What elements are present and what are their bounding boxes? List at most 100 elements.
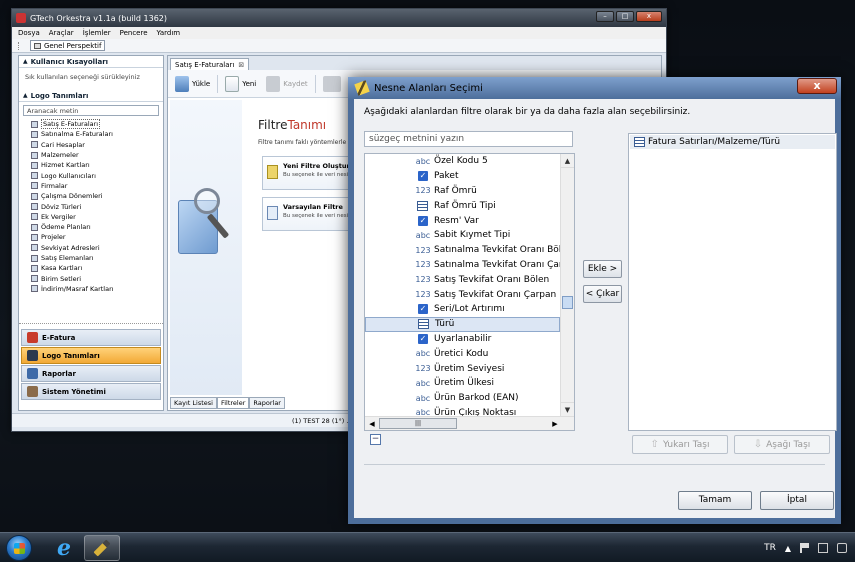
table-field-icon bbox=[418, 319, 429, 330]
close-icon[interactable]: x bbox=[636, 11, 662, 22]
tree-item-companies[interactable]: Firmalar bbox=[31, 181, 163, 191]
field-row[interactable]: abc Ürün Barkod (EAN) bbox=[365, 391, 560, 406]
new-button[interactable]: Yeni bbox=[222, 75, 259, 92]
scroll-up-icon[interactable]: ▲ bbox=[561, 154, 574, 168]
field-row[interactable]: ✓ Paket bbox=[365, 169, 560, 184]
field-row[interactable]: abc Özel Kodu 5 bbox=[365, 154, 560, 169]
field-row[interactable]: ✓ Uyarlanabilir bbox=[365, 332, 560, 347]
field-row[interactable]: 123 Satış Tevkifat Oranı Çarpan bbox=[365, 287, 560, 302]
field-row[interactable]: abc Üretim Ülkesi bbox=[365, 376, 560, 391]
tree-item-sales-reps[interactable]: Satış Elemanları bbox=[31, 253, 163, 263]
language-indicator[interactable]: TR bbox=[764, 543, 776, 553]
field-row[interactable]: 123 Raf Ömrü bbox=[365, 184, 560, 199]
tree-item-payment-plans[interactable]: Ödeme Planları bbox=[31, 222, 163, 232]
field-row[interactable]: Raf Ömrü Tipi bbox=[365, 198, 560, 213]
nav-button-logo-definitions[interactable]: Logo Tanımları bbox=[21, 347, 161, 364]
field-row[interactable]: Türü bbox=[365, 316, 560, 332]
tree-item-cash-cards[interactable]: Kasa Kartları bbox=[31, 263, 163, 273]
tree-item-currencies[interactable]: Döviz Türleri bbox=[31, 201, 163, 211]
nav-button-system-admin[interactable]: Sistem Yönetimi bbox=[21, 383, 161, 400]
scroll-left-icon[interactable]: ◀ bbox=[365, 417, 379, 430]
volume-icon[interactable] bbox=[837, 543, 847, 553]
ok-button[interactable]: Tamam bbox=[678, 491, 752, 510]
remove-button[interactable]: < Çıkar bbox=[583, 285, 622, 303]
menu-tools[interactable]: Araçlar bbox=[49, 29, 74, 37]
window-icon bbox=[34, 42, 41, 49]
collapse-all-icon[interactable]: − bbox=[370, 434, 381, 445]
definitions-header[interactable]: ▲ Logo Tanımları bbox=[19, 90, 163, 102]
nav-button-reports[interactable]: Raporlar bbox=[21, 365, 161, 382]
tab-filters[interactable]: Filtreler bbox=[216, 397, 250, 409]
move-up-label: Yukarı Taşı bbox=[662, 439, 710, 450]
tree-item-sales-einvoices[interactable]: Satış E-Faturaları bbox=[31, 119, 163, 130]
tree-item-label: Döviz Türleri bbox=[41, 202, 82, 211]
perspective-button[interactable]: Genel Perspektif bbox=[30, 40, 106, 51]
field-row[interactable]: 123 Üretim Seviyesi bbox=[365, 361, 560, 376]
definitions-tree: Satış E-Faturaları Satınalma E-Faturalar… bbox=[19, 119, 163, 294]
load-button[interactable]: Yükle bbox=[172, 75, 213, 92]
network-icon[interactable] bbox=[818, 543, 828, 553]
move-up-button[interactable]: ⇧ Yukarı Taşı bbox=[632, 435, 728, 454]
field-row[interactable]: 123 Satınalma Tevkifat Oranı Bölen bbox=[365, 243, 572, 258]
favorites-header[interactable]: ▲ Kullanıcı Kısayolları bbox=[19, 56, 163, 68]
taskbar-internet-explorer[interactable]: e bbox=[46, 535, 82, 561]
cash-icon bbox=[31, 264, 38, 272]
field-row[interactable]: abc Üretici Kodu bbox=[365, 346, 560, 361]
scroll-down-icon[interactable]: ▼ bbox=[561, 402, 574, 416]
selected-field-row[interactable]: Fatura Satırları/Malzeme/Türü bbox=[630, 135, 835, 149]
tree-search-input[interactable]: Aranacak metin bbox=[23, 105, 159, 116]
filter-text-input[interactable]: süzgeç metnini yazın bbox=[364, 131, 573, 147]
minimize-icon[interactable]: – bbox=[596, 11, 614, 22]
panel-splitter[interactable] bbox=[19, 323, 163, 327]
field-label: Satınalma Tevkifat Oranı Çarpan bbox=[434, 259, 575, 270]
tray-expand-icon[interactable]: ▲ bbox=[785, 544, 791, 553]
nav-button-efatura[interactable]: E-Fatura bbox=[21, 329, 161, 346]
report-icon bbox=[27, 368, 38, 379]
scroll-thumb[interactable] bbox=[562, 296, 573, 309]
field-row[interactable]: abc Sabit Kıymet Tipi bbox=[365, 228, 560, 243]
field-row[interactable]: 123 Satınalma Tevkifat Oranı Çarpan bbox=[365, 258, 574, 273]
menu-help[interactable]: Yardım bbox=[157, 29, 181, 37]
scroll-right-icon[interactable]: ▶ bbox=[548, 417, 562, 430]
edit-button[interactable] bbox=[320, 75, 344, 92]
field-row[interactable]: 123 Satış Tevkifat Oranı Bölen bbox=[365, 272, 560, 287]
tree-item-logo-users[interactable]: Logo Kullanıcıları bbox=[31, 170, 163, 180]
tab-reports[interactable]: Raporlar bbox=[249, 397, 285, 409]
move-down-label: Aşağı Taşı bbox=[766, 439, 811, 450]
tab-sales-einvoices[interactable]: Satış E-Faturaları ⊠ bbox=[170, 58, 250, 70]
tree-item-projects[interactable]: Projeler bbox=[31, 232, 163, 242]
vertical-scrollbar[interactable]: ▲ ▼ bbox=[560, 154, 574, 416]
cancel-button[interactable]: İptal bbox=[760, 491, 834, 510]
hscroll-thumb[interactable]: ||| bbox=[379, 418, 457, 429]
tab-record-list[interactable]: Kayıt Listesi bbox=[170, 397, 217, 409]
tree-item-accounts[interactable]: Cari Hesaplar bbox=[31, 140, 163, 150]
menu-file[interactable]: Dosya bbox=[18, 29, 40, 37]
action-center-flag-icon[interactable] bbox=[800, 543, 809, 553]
menu-operations[interactable]: İşlemler bbox=[83, 29, 111, 37]
field-row[interactable]: ✓ Resm' Var bbox=[365, 213, 560, 228]
tree-item-discount-cards[interactable]: İndirim/Masraf Kartları bbox=[31, 284, 163, 294]
app-logo-icon bbox=[16, 13, 26, 23]
selected-fields-list[interactable]: Fatura Satırları/Malzeme/Türü bbox=[628, 133, 837, 431]
tree-item-shipping-addresses[interactable]: Sevkiyat Adresleri bbox=[31, 243, 163, 253]
dialog-close-button[interactable]: x bbox=[797, 78, 837, 94]
start-button[interactable] bbox=[6, 535, 32, 561]
field-row[interactable]: ✓ Seri/Lot Artırımı bbox=[365, 302, 560, 317]
tree-item-unit-sets[interactable]: Birim Setleri bbox=[31, 273, 163, 283]
maximize-icon[interactable]: □ bbox=[616, 11, 634, 22]
tree-item-extra-taxes[interactable]: Ek Vergiler bbox=[31, 212, 163, 222]
tree-item-materials[interactable]: Malzemeler bbox=[31, 150, 163, 160]
add-button[interactable]: Ekle > bbox=[583, 260, 622, 278]
close-tab-icon[interactable]: ⊠ bbox=[238, 61, 244, 69]
move-down-button[interactable]: ⇩ Aşağı Taşı bbox=[734, 435, 830, 454]
tree-item-periods[interactable]: Çalışma Dönemleri bbox=[31, 191, 163, 201]
dialog-titlebar[interactable]: Nesne Alanları Seçimi x bbox=[348, 77, 841, 99]
taskbar-orkestra-app[interactable] bbox=[84, 535, 120, 561]
tree-item-purchase-einvoices[interactable]: Satınalma E-Faturaları bbox=[31, 129, 163, 139]
tree-item-service-cards[interactable]: Hizmet Kartları bbox=[31, 160, 163, 170]
text-field-icon: abc bbox=[415, 393, 431, 403]
horizontal-scrollbar[interactable]: ◀ ||| ▶ bbox=[365, 416, 574, 430]
save-button[interactable]: Kaydet bbox=[263, 75, 310, 92]
menu-window[interactable]: Pencere bbox=[120, 29, 148, 37]
available-fields-list[interactable]: abc Özel Kodu 5 ✓ Paket 123 Raf Ömrü Raf Ömrü … bbox=[364, 153, 575, 431]
